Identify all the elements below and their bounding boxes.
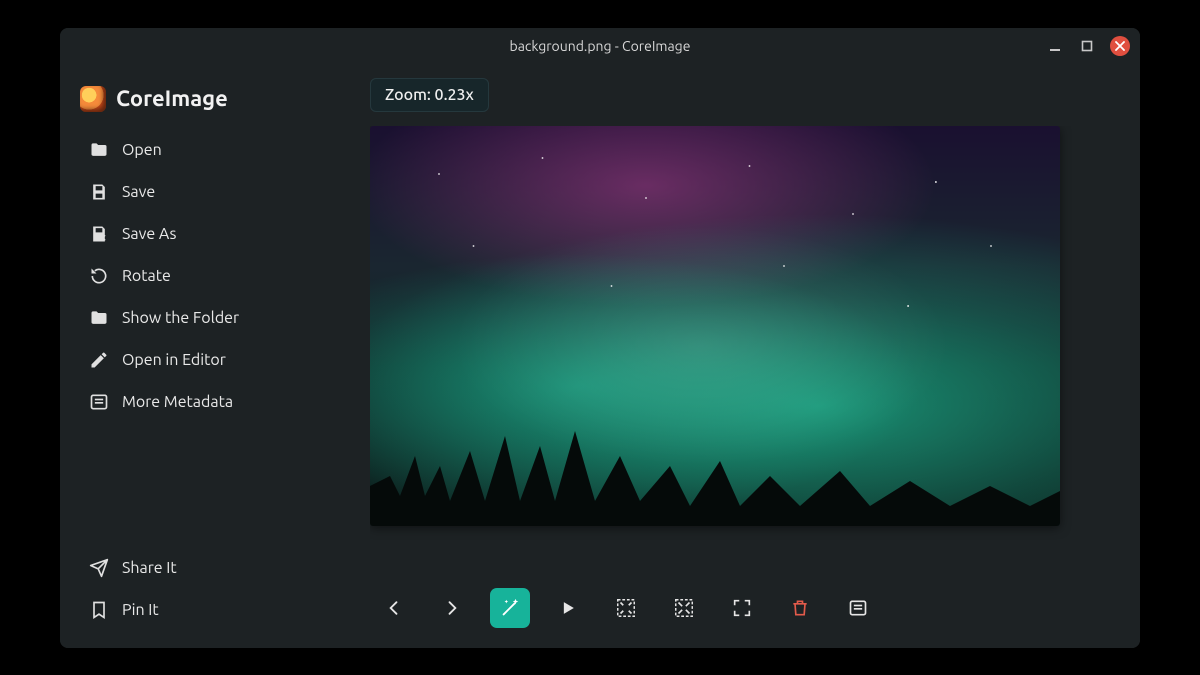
maximize-button[interactable] — [1078, 37, 1096, 55]
metadata-icon — [88, 391, 110, 413]
fit-arrows-icon — [615, 597, 637, 619]
next-button[interactable] — [432, 588, 472, 628]
folder-icon — [88, 139, 110, 161]
chevron-right-icon — [442, 598, 462, 618]
play-button[interactable] — [548, 588, 588, 628]
image-canvas — [370, 126, 1060, 526]
sidebar-item-metadata[interactable]: More Metadata — [82, 384, 346, 420]
expand-icon — [731, 597, 753, 619]
image-viewer[interactable] — [370, 126, 1100, 576]
sidebar: CoreImage Open Save — [60, 64, 360, 648]
sidebar-item-pin[interactable]: Pin It — [82, 592, 346, 628]
grow-arrows-icon — [673, 597, 695, 619]
save-icon — [88, 181, 110, 203]
sidebar-item-label: More Metadata — [122, 393, 233, 411]
sidebar-item-label: Share It — [122, 559, 177, 577]
delete-button[interactable] — [780, 588, 820, 628]
prev-button[interactable] — [374, 588, 414, 628]
titlebar: background.png - CoreImage — [60, 28, 1140, 64]
sidebar-item-save-as[interactable]: Save As — [82, 216, 346, 252]
fit-button[interactable] — [606, 588, 646, 628]
brand: CoreImage — [74, 82, 346, 132]
app-window: background.png - CoreImage — [60, 28, 1140, 648]
sidebar-item-open[interactable]: Open — [82, 132, 346, 168]
image-content — [370, 406, 1060, 526]
brand-name: CoreImage — [116, 86, 228, 111]
sidebar-item-show-folder[interactable]: Show the Folder — [82, 300, 346, 336]
folder-icon — [88, 307, 110, 329]
close-button[interactable] — [1110, 36, 1130, 56]
play-icon — [558, 598, 578, 618]
magic-button[interactable] — [490, 588, 530, 628]
pencil-icon — [88, 349, 110, 371]
sidebar-item-label: Save As — [122, 225, 176, 243]
sidebar-item-label: Rotate — [122, 267, 171, 285]
sidebar-item-label: Pin It — [122, 601, 159, 619]
main-pane: Zoom: 0.23x — [360, 64, 1140, 648]
sidebar-item-label: Save — [122, 183, 155, 201]
bottom-toolbar — [370, 576, 1100, 648]
close-icon — [1115, 41, 1125, 51]
sidebar-item-label: Show the Folder — [122, 309, 239, 327]
chevron-left-icon — [384, 598, 404, 618]
maximize-icon — [1081, 40, 1093, 52]
sidebar-item-label: Open in Editor — [122, 351, 226, 369]
trash-icon — [790, 598, 810, 618]
metadata-icon — [848, 598, 868, 618]
save-as-icon — [88, 223, 110, 245]
app-logo-icon — [80, 86, 106, 112]
actual-size-button[interactable] — [664, 588, 704, 628]
wand-icon — [499, 597, 521, 619]
sidebar-bottom-menu: Share It Pin It — [74, 550, 346, 634]
sidebar-menu: Open Save Save As — [74, 132, 346, 420]
window-title: background.png - CoreImage — [510, 38, 691, 54]
minimize-icon — [1048, 39, 1062, 53]
sidebar-item-open-editor[interactable]: Open in Editor — [82, 342, 346, 378]
sidebar-item-label: Open — [122, 141, 162, 159]
zoom-badge: Zoom: 0.23x — [370, 78, 489, 112]
sidebar-item-rotate[interactable]: Rotate — [82, 258, 346, 294]
fullscreen-button[interactable] — [722, 588, 762, 628]
rotate-icon — [88, 265, 110, 287]
sidebar-item-share[interactable]: Share It — [82, 550, 346, 586]
minimize-button[interactable] — [1046, 37, 1064, 55]
sidebar-item-save[interactable]: Save — [82, 174, 346, 210]
bookmark-icon — [88, 599, 110, 621]
share-icon — [88, 557, 110, 579]
properties-button[interactable] — [838, 588, 878, 628]
